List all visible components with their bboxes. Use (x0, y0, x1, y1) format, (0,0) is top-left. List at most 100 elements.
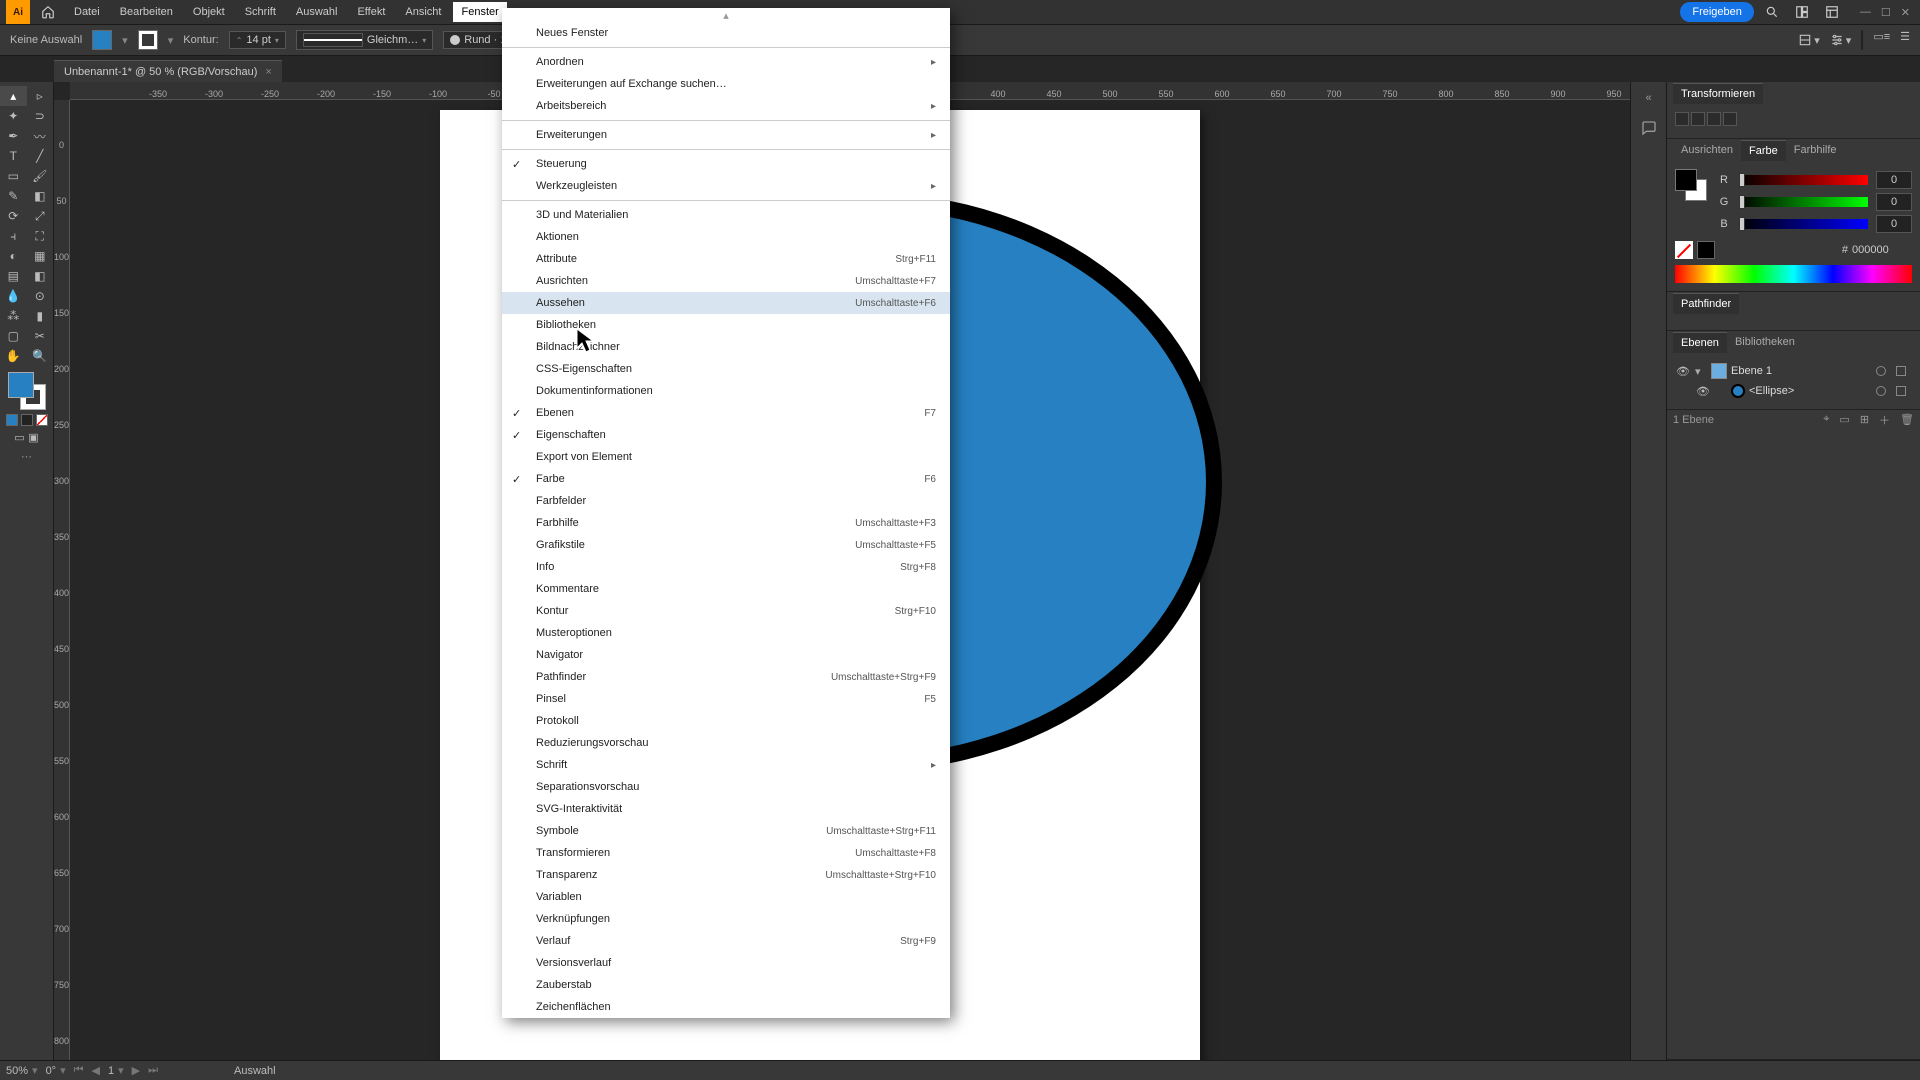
menu-effekt[interactable]: Effekt (349, 2, 393, 22)
r-value[interactable]: 0 (1876, 171, 1912, 189)
workspace-switcher-icon[interactable] (1824, 4, 1840, 20)
menu-item[interactable]: Neues Fenster (502, 22, 950, 44)
menu-item[interactable]: Arbeitsbereich▸ (502, 95, 950, 117)
align-to-icon[interactable]: ▾ (1798, 30, 1820, 50)
type-tool[interactable]: T (0, 146, 27, 166)
menu-item[interactable]: PinselF5 (502, 688, 950, 710)
menu-item[interactable]: AttributeStrg+F11 (502, 248, 950, 270)
menu-bearbeiten[interactable]: Bearbeiten (112, 2, 181, 22)
panel-toggle-icon[interactable]: ▭≡ (1873, 30, 1890, 50)
target-icon[interactable] (1876, 386, 1886, 396)
layer-row[interactable]: 👁 <Ellipse> (1675, 381, 1912, 401)
panel-menu-icon[interactable]: ☰ (1900, 30, 1910, 50)
spectrum-bar[interactable] (1675, 265, 1912, 283)
hand-tool[interactable]: ✋ (0, 346, 27, 366)
arrange-docs-icon[interactable] (1794, 4, 1810, 20)
layer-name[interactable]: Ebene 1 (1731, 365, 1772, 377)
menu-item[interactable]: Navigator (502, 644, 950, 666)
g-slider[interactable] (1739, 197, 1868, 207)
stroke-weight-input[interactable]: ⌃14 pt▾ (229, 31, 286, 49)
menu-item[interactable]: Export von Element (502, 446, 950, 468)
delete-layer-icon[interactable]: 🗑 (1900, 413, 1914, 426)
document-tab[interactable]: Unbenannt-1* @ 50 % (RGB/Vorschau) × (54, 60, 282, 82)
minimize-icon[interactable]: — (1860, 6, 1871, 19)
menu-item[interactable]: ✓Steuerung (502, 153, 950, 175)
align-tab[interactable]: Ausrichten (1673, 140, 1741, 160)
menu-objekt[interactable]: Objekt (185, 2, 233, 22)
black-swatch[interactable] (1697, 241, 1715, 259)
pen-tool[interactable]: ✒ (0, 126, 27, 146)
close-tab-icon[interactable]: × (265, 66, 271, 78)
pathfinder-tab[interactable]: Pathfinder (1673, 293, 1739, 314)
select-indicator[interactable] (1896, 366, 1906, 376)
maximize-icon[interactable]: ☐ (1881, 6, 1891, 19)
zoom-tool[interactable]: 🔍 (27, 346, 54, 366)
b-value[interactable]: 0 (1876, 215, 1912, 233)
eraser-tool[interactable]: ◧ (27, 186, 54, 206)
search-icon[interactable] (1764, 4, 1780, 20)
new-layer-icon[interactable]: ＋ (1879, 412, 1890, 428)
perspective-grid-tool[interactable]: ▦ (27, 246, 54, 266)
expand-panel-icon[interactable]: « (1639, 88, 1659, 108)
menu-item[interactable]: Kommentare (502, 578, 950, 600)
menu-item[interactable]: ✓Eigenschaften (502, 424, 950, 446)
width-tool[interactable]: ⫞ (0, 226, 27, 246)
menu-item[interactable]: TransparenzUmschalttaste+Strg+F10 (502, 864, 950, 886)
stroke-swatch[interactable] (138, 30, 158, 50)
menu-item[interactable]: 3D und Materialien (502, 204, 950, 226)
menu-schrift[interactable]: Schrift (237, 2, 284, 22)
g-value[interactable]: 0 (1876, 193, 1912, 211)
screen-mode-full[interactable]: ▣ (27, 430, 41, 444)
menu-ansicht[interactable]: Ansicht (397, 2, 449, 22)
menu-item[interactable]: AussehenUmschalttaste+F6 (502, 292, 950, 314)
direct-selection-tool[interactable]: ▹ (27, 86, 54, 106)
artboard-number[interactable]: 1 ▾ (108, 1064, 124, 1077)
menu-datei[interactable]: Datei (66, 2, 108, 22)
menu-item[interactable]: Anordnen▸ (502, 51, 950, 73)
libraries-tab[interactable]: Bibliotheken (1727, 332, 1803, 352)
menu-item[interactable]: Erweiterungen auf Exchange suchen… (502, 73, 950, 95)
scale-tool[interactable]: ⤢ (27, 206, 54, 226)
screen-mode-normal[interactable]: ▭ (13, 430, 27, 444)
magic-wand-tool[interactable]: ✦ (0, 106, 27, 126)
menu-item[interactable]: Farbfelder (502, 490, 950, 512)
lasso-tool[interactable]: ⊃ (27, 106, 54, 126)
menu-item[interactable]: Separationsvorschau (502, 776, 950, 798)
first-artboard-icon[interactable]: ⏮ (74, 1064, 84, 1077)
menu-item[interactable]: AusrichtenUmschalttaste+F7 (502, 270, 950, 292)
shape-builder-tool[interactable]: ◐ (0, 246, 27, 266)
paintbrush-tool[interactable]: 🖌 (27, 166, 54, 186)
eyedropper-tool[interactable]: 💧 (0, 286, 27, 306)
target-icon[interactable] (1876, 366, 1886, 376)
selection-tool[interactable]: ▴ (0, 86, 27, 106)
menu-item[interactable]: Protokoll (502, 710, 950, 732)
new-sublayer-icon[interactable]: ⊞ (1860, 413, 1869, 426)
menu-item[interactable]: Variablen (502, 886, 950, 908)
home-icon[interactable] (36, 0, 60, 24)
color-mode-row[interactable] (6, 414, 48, 426)
free-transform-tool[interactable]: ⛶ (27, 226, 54, 246)
select-indicator[interactable] (1896, 386, 1906, 396)
menu-auswahl[interactable]: Auswahl (288, 2, 346, 22)
fill-swatch[interactable] (92, 30, 112, 50)
color-tab[interactable]: Farbe (1741, 140, 1786, 161)
symbol-sprayer-tool[interactable]: ⁂ (0, 306, 27, 326)
stroke-dash-dropdown[interactable]: Gleichm…▾ (296, 30, 433, 50)
artboard-tool[interactable]: ▢ (0, 326, 27, 346)
edit-toolbar-icon[interactable]: ⋯ (21, 450, 32, 463)
visibility-icon[interactable]: 👁 (1695, 385, 1711, 398)
share-button[interactable]: Freigeben (1680, 2, 1754, 22)
shaper-tool[interactable]: ✎ (0, 186, 27, 206)
menu-item[interactable]: ✓FarbeF6 (502, 468, 950, 490)
rotate-view[interactable]: 0° ▾ (46, 1064, 66, 1077)
menu-item[interactable]: GrafikstileUmschalttaste+F5 (502, 534, 950, 556)
menu-item[interactable]: Musteroptionen (502, 622, 950, 644)
gradient-tool[interactable]: ◧ (27, 266, 54, 286)
menu-item[interactable]: InfoStrg+F8 (502, 556, 950, 578)
clip-mask-icon[interactable]: ▭ (1839, 413, 1849, 426)
menu-item[interactable]: Werkzeugleisten▸ (502, 175, 950, 197)
disclosure-icon[interactable]: ▾ (1695, 365, 1707, 378)
menu-item[interactable]: Versionsverlauf (502, 952, 950, 974)
menu-item[interactable]: SVG-Interaktivität (502, 798, 950, 820)
menu-item[interactable]: Bibliotheken (502, 314, 950, 336)
